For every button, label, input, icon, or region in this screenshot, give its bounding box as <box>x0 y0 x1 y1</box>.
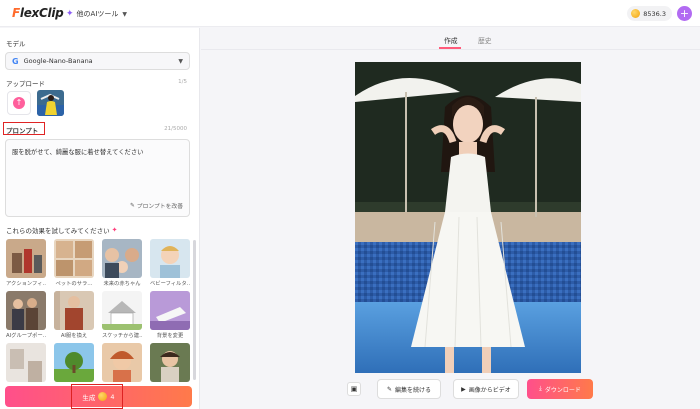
model-label: モデル <box>6 40 26 48</box>
chevron-down-icon: ▼ <box>122 10 128 18</box>
download-label: ダウンロード <box>544 386 581 394</box>
chevron-down-icon: ▼ <box>178 57 183 65</box>
improve-prompt-button[interactable]: ✎ プロンプトを改善 <box>129 201 183 211</box>
upload-label: アップロード <box>6 80 45 88</box>
image-to-video-label: 画像からビデオ <box>468 386 511 394</box>
avatar[interactable]: + <box>677 6 692 21</box>
logo-text: lexClip <box>19 6 64 20</box>
flexclip-logo[interactable]: FlexClip <box>12 6 64 20</box>
pencil-icon: ✎ <box>386 385 392 393</box>
effect-caption: ベビーフィルタ… <box>150 281 190 287</box>
effect-caption: 背景を変更 <box>156 333 184 339</box>
compare-icon: ▣ <box>350 385 358 393</box>
effect-card[interactable]: 未来の赤ちゃん <box>102 239 142 287</box>
effect-caption: 未来の赤ちゃん <box>103 281 141 287</box>
magic-wand-icon: ✎ <box>129 202 135 209</box>
uploaded-image-thumbnail[interactable] <box>37 90 64 116</box>
effect-card[interactable] <box>54 343 94 383</box>
sparkle-icon: ✦ <box>111 226 118 234</box>
effect-caption: AI服を換え <box>60 333 88 339</box>
effect-caption: AIグループポー… <box>6 333 46 339</box>
effect-card[interactable]: アクションフィ… <box>6 239 46 287</box>
effect-caption: ペットのサラ… <box>55 281 93 287</box>
credits-balance[interactable]: 8536.3 <box>627 6 672 21</box>
effect-card[interactable]: AI服を換え <box>54 291 94 339</box>
model-value: Google-Nano-Banana <box>23 57 93 65</box>
generate-button-highlight <box>71 384 123 409</box>
image-to-video-button[interactable]: ▶ 画像からビデオ <box>453 379 519 399</box>
prompt-char-count: 21/5000 <box>164 126 187 132</box>
effect-card[interactable]: AIグループポー… <box>6 291 46 339</box>
top-bar: FlexClip ✦ 他のAIツール ▼ 8536.3 + <box>0 0 700 27</box>
upload-button[interactable]: ↑ <box>7 91 31 115</box>
effects-heading: これらの効果を試してみてください ✦ <box>6 225 118 235</box>
tab-create[interactable]: 作成 <box>444 35 458 45</box>
tab-history[interactable]: 歴史 <box>478 35 492 45</box>
other-ai-tools-menu[interactable]: ✦ 他のAIツール ▼ <box>66 9 127 19</box>
effect-card[interactable]: 背景を変更 <box>150 291 190 339</box>
effect-caption: スケッチから建… <box>102 333 142 339</box>
prompt-label-highlight <box>3 122 45 135</box>
effect-card[interactable]: ペットのサラ… <box>54 239 94 287</box>
download-icon: ⤓ <box>539 385 542 392</box>
effects-scrollbar[interactable] <box>193 240 196 380</box>
effect-caption: アクションフィ… <box>6 281 46 287</box>
upload-icon: ↑ <box>13 97 25 109</box>
effects-label: これらの効果を試してみてください <box>6 227 110 235</box>
effect-card[interactable] <box>102 343 142 383</box>
google-icon: G <box>12 56 19 66</box>
compare-button[interactable]: ▣ <box>347 382 361 396</box>
effect-card[interactable]: スケッチから建… <box>102 291 142 339</box>
download-button[interactable]: ⤓ ダウンロード <box>527 379 593 399</box>
generated-image[interactable] <box>355 62 581 373</box>
effect-card[interactable] <box>6 343 46 383</box>
result-panel: 作成 歴史 ▣ ✎ 編集を続ける ▶ 画像からビデオ ⤓ ダウンロード <box>201 28 700 409</box>
video-icon: ▶ <box>461 385 466 393</box>
model-select[interactable]: G Google-Nano-Banana ▼ <box>5 52 190 70</box>
sparkle-icon: ✦ <box>66 9 74 19</box>
generation-panel: モデル G Google-Nano-Banana ▼ アップロード 1/5 ↑ … <box>0 28 200 409</box>
prompt-input[interactable]: 服を脱がせて、綺麗な服に着せ替えてください ✎ プロンプトを改善 <box>5 139 190 217</box>
effect-card[interactable] <box>150 343 190 383</box>
coin-icon <box>631 9 641 18</box>
continue-editing-label: 編集を続ける <box>395 386 432 394</box>
other-ai-tools-label: 他のAIツール <box>76 10 119 18</box>
logo-mark: F <box>12 6 20 20</box>
improve-prompt-label: プロンプトを改善 <box>136 204 183 210</box>
prompt-text: 服を脱がせて、綺麗な服に着せ替えてください <box>12 149 144 156</box>
effect-card[interactable]: ベビーフィルタ… <box>150 239 190 287</box>
tab-divider <box>201 49 700 50</box>
credits-value: 8536.3 <box>643 9 666 18</box>
continue-editing-button[interactable]: ✎ 編集を続ける <box>377 379 441 399</box>
upload-count: 1/5 <box>178 79 187 85</box>
